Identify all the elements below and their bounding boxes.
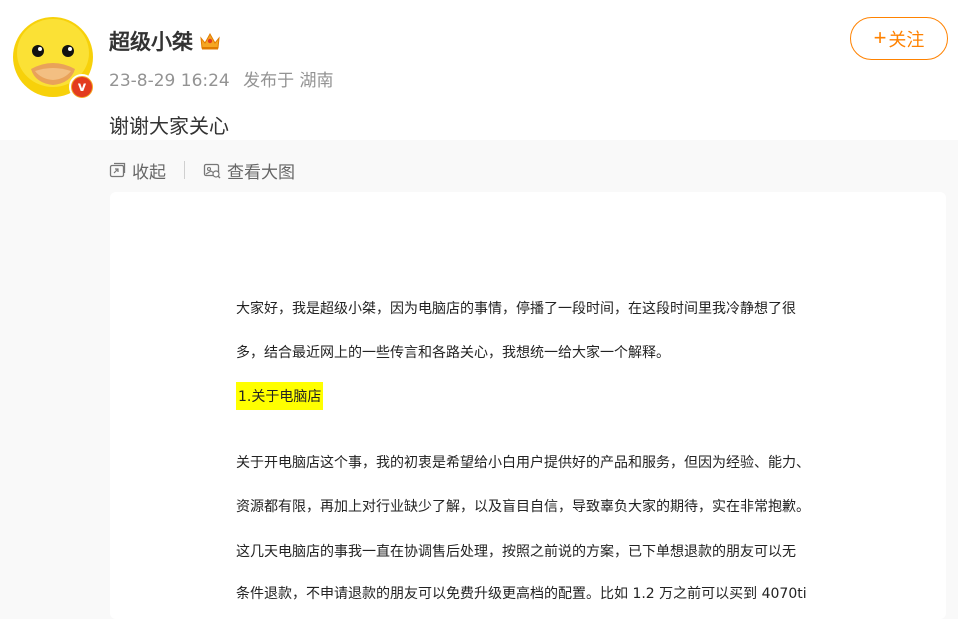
weibo-post: v 超级小桀 23-8-29 16:24 发布于 湖南 + 关注 谢谢大家关心 … bbox=[0, 0, 958, 619]
doc-line: 这几天电脑店的事我一直在协调售后处理，按照之前说的方案，已下单想退款的朋友可以无 bbox=[236, 544, 796, 560]
post-time[interactable]: 23-8-29 16:24 bbox=[109, 71, 230, 91]
username[interactable]: 超级小桀 bbox=[109, 26, 193, 56]
doc-heading: 1.关于电脑店 bbox=[236, 382, 324, 410]
username-row: 超级小桀 bbox=[109, 26, 221, 56]
follow-label: 关注 bbox=[888, 29, 925, 50]
toolbar-divider bbox=[184, 161, 185, 179]
view-large-label: 查看大图 bbox=[227, 162, 295, 183]
crown-icon bbox=[200, 32, 220, 50]
plus-icon: + bbox=[873, 24, 887, 50]
verified-badge-icon: v bbox=[69, 74, 95, 100]
post-source: 发布于 湖南 bbox=[243, 71, 334, 91]
doc-line: 条件退款，不申请退款的朋友可以免费升级更高档的配置。比如 1.2 万之前可以买到… bbox=[236, 586, 807, 602]
view-large-button[interactable]: 查看大图 bbox=[203, 158, 295, 183]
post-text: 谢谢大家关心 bbox=[109, 114, 229, 138]
image-view-icon bbox=[203, 163, 221, 178]
collapse-label: 收起 bbox=[132, 162, 166, 183]
doc-line: 大家好，我是超级小桀，因为电脑店的事情，停播了一段时间，在这段时间里我冷静想了很 bbox=[236, 301, 796, 317]
collapse-icon bbox=[109, 162, 126, 177]
doc-line: 关于开电脑店这个事，我的初衷是希望给小白用户提供好的产品和服务，但因为经验、能力… bbox=[236, 455, 810, 471]
follow-button[interactable]: + 关注 bbox=[850, 17, 948, 60]
collapse-button[interactable]: 收起 bbox=[109, 158, 166, 183]
doc-line: 资源都有限，再加上对行业缺少了解，以及盲目自信，导致辜负大家的期待，实在非常抱歉… bbox=[236, 499, 810, 515]
post-image[interactable]: 大家好，我是超级小桀，因为电脑店的事情，停播了一段时间，在这段时间里我冷静想了很… bbox=[110, 192, 946, 619]
media-toolbar: 收起 查看大图 bbox=[109, 158, 295, 183]
doc-line: 多，结合最近网上的一些传言和各路关心，我想统一给大家一个解释。 bbox=[236, 345, 670, 361]
post-meta: 23-8-29 16:24 发布于 湖南 bbox=[109, 66, 334, 91]
